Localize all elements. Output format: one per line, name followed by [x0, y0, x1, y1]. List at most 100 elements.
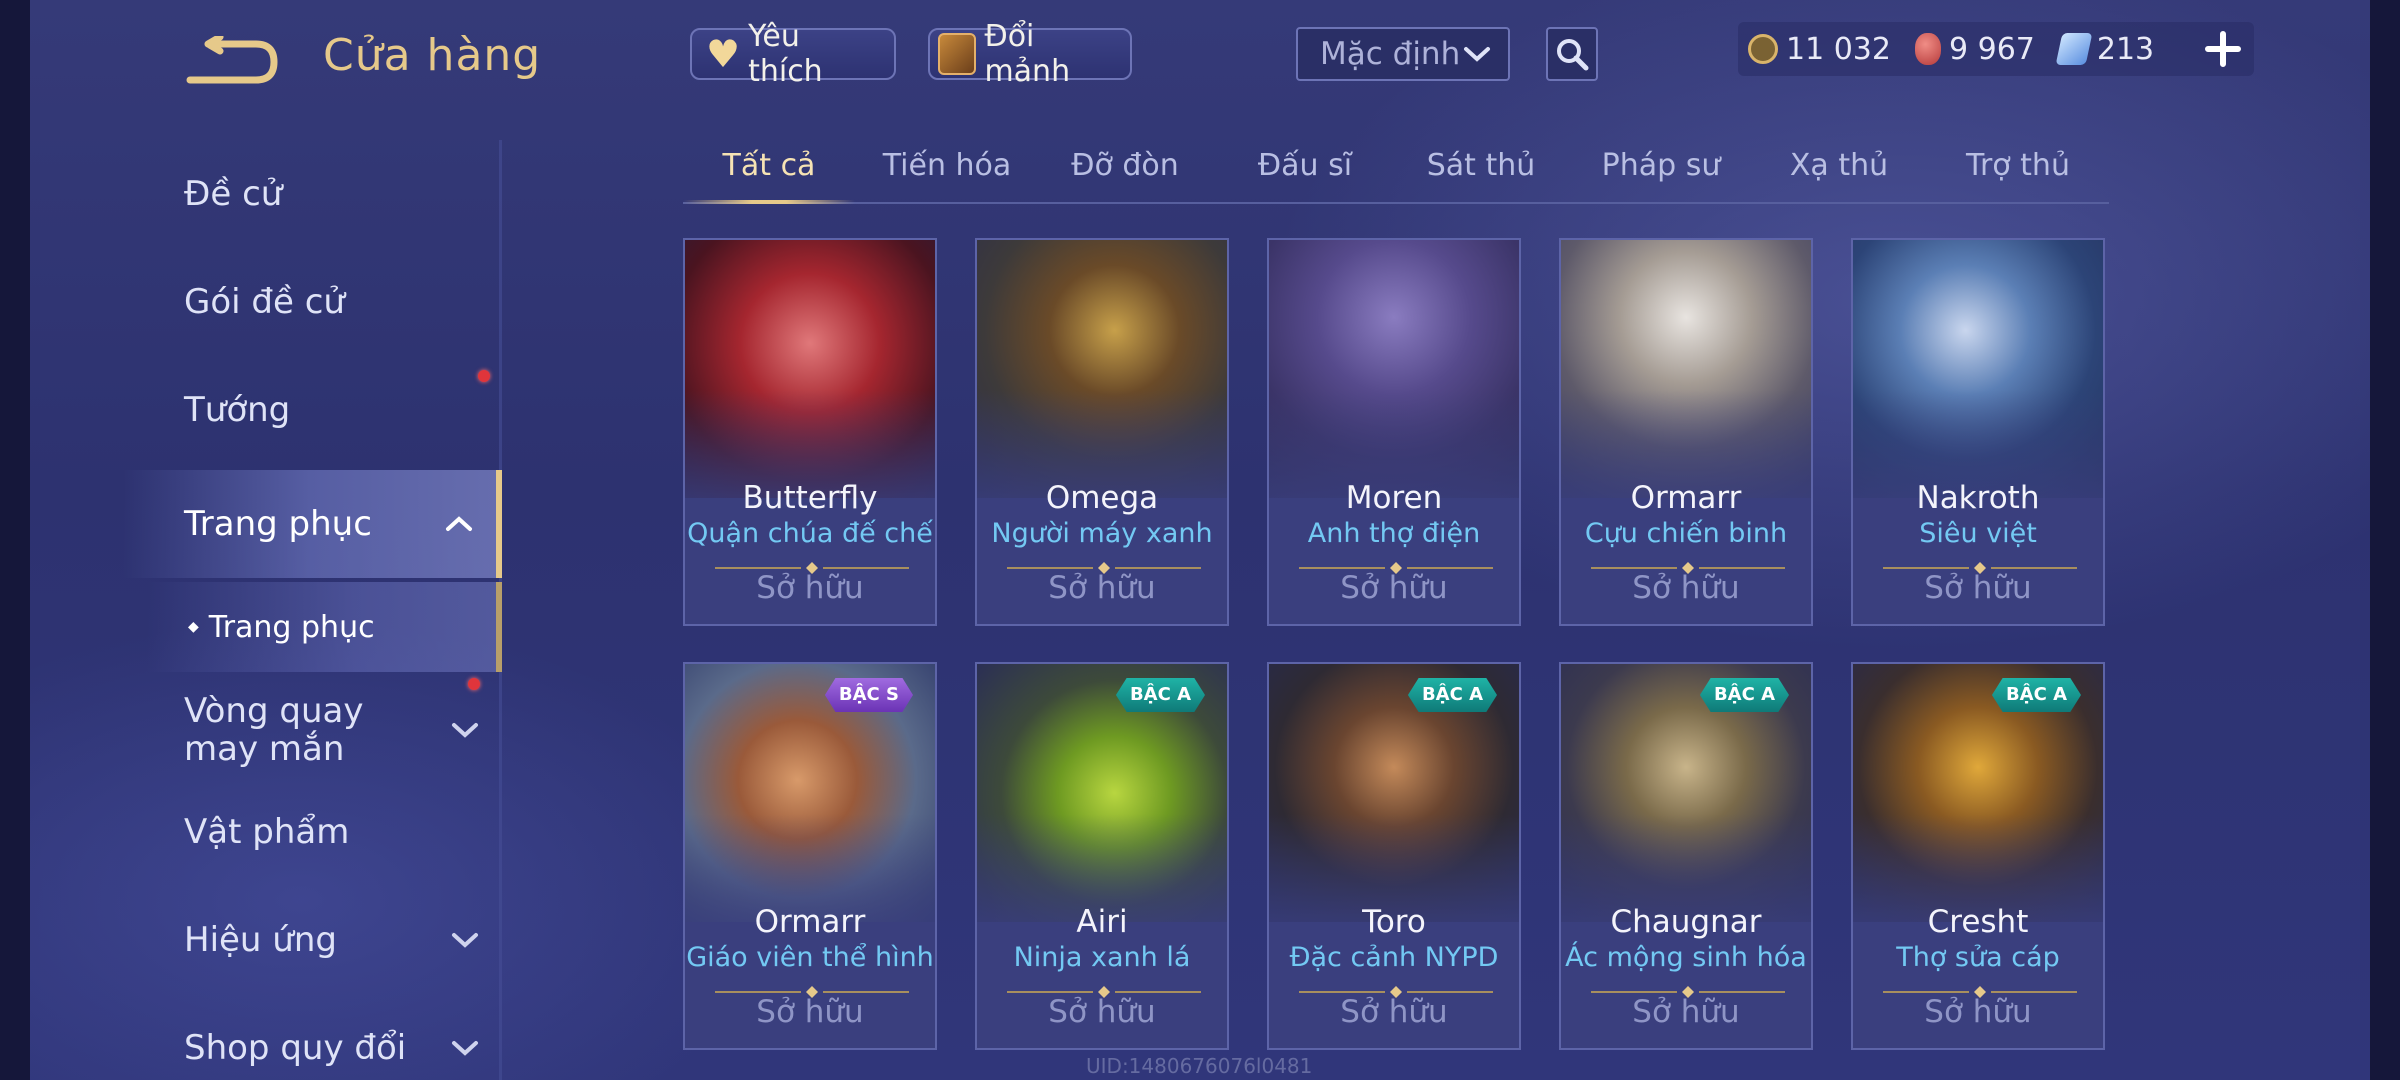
ruby-balance: 9 967 [1914, 31, 2035, 67]
gold-balance: 11 032 [1748, 32, 1891, 67]
back-button[interactable] [186, 33, 278, 86]
sidebar: Đề cử Gói đề cử Tướng Trang phục ◆ Trang… [30, 140, 502, 1080]
shop-screen: Cửa hàng ♥ Yêu thích Đổi mảnh Mặc định 1… [0, 0, 2400, 1080]
hero-name: Moren [1345, 480, 1443, 516]
uid-watermark: UID:1480676076l0481 [1086, 1054, 1313, 1078]
skin-card[interactable]: Nakroth Siêu việt Sở hữu [1851, 238, 2105, 626]
sidebar-item-heroes[interactable]: Tướng [30, 356, 502, 464]
chevron-down-icon [452, 933, 478, 948]
tab-marksman[interactable]: Xạ thủ [1790, 148, 1888, 196]
sidebar-item-label: Đề cử [184, 174, 283, 214]
hero-name: Ormarr [1630, 480, 1742, 516]
sidebar-item-label: Vòng quay may mắn [184, 691, 364, 769]
chest-icon [938, 33, 977, 75]
skin-card[interactable]: Ormarr Cựu chiến binh Sở hữu [1559, 238, 1813, 626]
chevron-down-icon [1464, 47, 1490, 62]
skin-grid: Butterfly Quận chúa đế chế Sở hữu Omega … [683, 238, 2109, 1080]
skin-name: Siêu việt [1919, 518, 2037, 549]
tab-mage[interactable]: Pháp sư [1602, 148, 1721, 196]
ruby-icon [1914, 33, 1941, 65]
voucher-icon [2055, 33, 2093, 65]
page-title: Cửa hàng [323, 30, 542, 81]
tier-badge: BẬC A [1115, 678, 1205, 712]
active-tab-underline [683, 200, 855, 204]
skin-card[interactable]: BẬC A Cresht Thợ sửa cáp Sở hữu [1851, 662, 2105, 1050]
skin-name: Giáo viên thể hình [686, 942, 934, 973]
tier-badge: BẬC S [824, 678, 913, 712]
tab-tank[interactable]: Đỡ đòn [1071, 148, 1179, 196]
ruby-value: 9 967 [1948, 31, 2035, 67]
skin-name: Anh thợ điện [1307, 518, 1481, 549]
add-currency-button[interactable] [2202, 28, 2244, 70]
skin-name: Đặc cảnh NYPD [1289, 942, 1499, 973]
sort-value: Mặc định [1320, 36, 1461, 72]
currency-bar: 11 032 9 967 213 [1738, 22, 2254, 76]
sidebar-item-label: Shop quy đổi [184, 1028, 407, 1068]
tier-badge: BẬC A [1991, 678, 2081, 712]
sidebar-item-effects[interactable]: Hiệu ứng [30, 886, 502, 994]
role-tabs: Tất cả Tiến hóa Đỡ đòn Đấu sĩ Sát thủ Ph… [683, 140, 2109, 204]
sidebar-item-label: Gói đề cử [184, 282, 345, 322]
skin-name: Ác mộng sinh hóa [1565, 942, 1807, 973]
search-button[interactable] [1546, 27, 1598, 81]
voucher-value: 213 [2096, 31, 2155, 67]
ownership-status: Sở hữu [756, 570, 864, 606]
tier-badge: BẬC A [1407, 678, 1497, 712]
hero-name: Nakroth [1916, 480, 2040, 516]
ownership-status: Sở hữu [1632, 994, 1740, 1030]
bullet-icon: ◆ [188, 619, 199, 635]
tier-badge: BẬC A [1699, 678, 1789, 712]
sort-dropdown[interactable]: Mặc định [1296, 27, 1510, 81]
ownership-status: Sở hữu [1048, 994, 1156, 1030]
screen-edge-left [0, 0, 30, 1080]
skin-name: Thợ sửa cáp [1896, 942, 2060, 973]
back-arrow-icon [186, 33, 278, 84]
skin-card[interactable]: Butterfly Quận chúa đế chế Sở hữu [683, 238, 937, 626]
favorites-button[interactable]: ♥ Yêu thích [690, 19, 896, 89]
ownership-status: Sở hữu [756, 994, 864, 1030]
ownership-status: Sở hữu [1924, 994, 2032, 1030]
tab-evolution[interactable]: Tiến hóa [883, 148, 1012, 196]
chevron-up-icon [446, 516, 472, 531]
skin-card[interactable]: BẬC A Toro Đặc cảnh NYPD Sở hữu [1267, 662, 1521, 1050]
tab-support[interactable]: Trợ thủ [1966, 148, 2070, 196]
skin-card[interactable]: Omega Người máy xanh Sở hữu [975, 238, 1229, 626]
hero-name: Cresht [1927, 904, 2029, 940]
chevron-down-icon [452, 723, 478, 738]
hero-name: Butterfly [742, 480, 878, 516]
tab-fighter[interactable]: Đấu sĩ [1258, 148, 1352, 196]
skin-card[interactable]: BẬC A Airi Ninja xanh lá Sở hữu [975, 662, 1229, 1050]
favorites-label: Yêu thích [748, 19, 823, 89]
chevron-down-icon [452, 1041, 478, 1056]
ownership-status: Sở hữu [1632, 570, 1740, 606]
sidebar-item-label: Vật phẩm [184, 812, 350, 852]
sidebar-item-exchange-shop[interactable]: Shop quy đổi [30, 994, 502, 1080]
sidebar-item-label: Hiệu ứng [184, 920, 337, 960]
shard-exchange-button[interactable]: Đổi mảnh [928, 19, 1132, 89]
sidebar-subitem-skins[interactable]: ◆ Trang phục [30, 582, 502, 672]
ownership-status: Sở hữu [1924, 570, 2032, 606]
gold-value: 11 032 [1786, 31, 1891, 67]
tab-all[interactable]: Tất cả [723, 148, 816, 196]
sidebar-item-lucky-wheel[interactable]: Vòng quay may mắn [30, 676, 502, 784]
hero-name: Toro [1362, 904, 1426, 940]
skin-card[interactable]: Moren Anh thợ điện Sở hữu [1267, 238, 1521, 626]
skin-card[interactable]: BẬC A Chaugnar Ác mộng sinh hóa Sở hữu [1559, 662, 1813, 1050]
search-icon [1557, 39, 1589, 71]
skin-name: Quận chúa đế chế [687, 518, 933, 549]
notification-dot [468, 678, 480, 690]
sidebar-item-label: Trang phục [184, 504, 372, 544]
sidebar-item-items[interactable]: Vật phẩm [30, 778, 502, 886]
skin-name: Người máy xanh [991, 518, 1213, 549]
gold-coin-icon [1748, 34, 1778, 64]
hero-name: Airi [1076, 904, 1128, 940]
sidebar-item-label: Tướng [184, 390, 291, 430]
sidebar-item-recommended[interactable]: Đề cử [30, 140, 502, 248]
hero-name: Omega [1045, 480, 1159, 516]
ownership-status: Sở hữu [1048, 570, 1156, 606]
tab-assassin[interactable]: Sát thủ [1427, 148, 1536, 196]
sidebar-item-skins[interactable]: Trang phục [30, 470, 502, 578]
sidebar-item-recommended-bundles[interactable]: Gói đề cử [30, 248, 502, 382]
hero-name: Ormarr [754, 904, 866, 940]
skin-card[interactable]: BẬC S Ormarr Giáo viên thể hình Sở hữu [683, 662, 937, 1050]
